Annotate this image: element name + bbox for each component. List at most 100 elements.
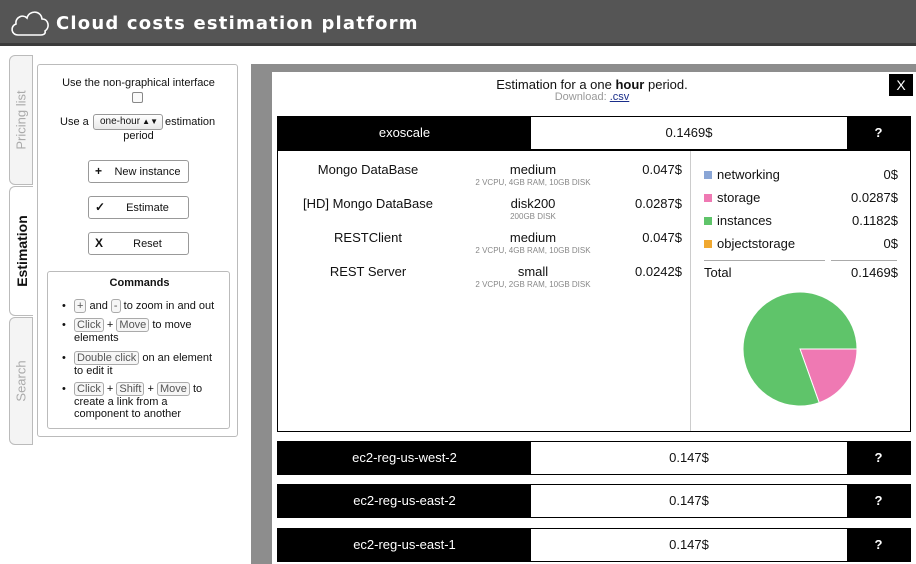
provider-name: ec2-reg-us-east-2	[353, 493, 456, 508]
legend-label: instances	[717, 213, 772, 228]
reset-button[interactable]: X Reset	[88, 232, 189, 255]
instance-cost: 0.047$	[642, 230, 682, 245]
help-button[interactable]: ?	[847, 117, 910, 149]
key-click: Click	[74, 318, 104, 332]
estimation-title: Estimation for a one hour period.	[272, 77, 912, 92]
provider-cost: 0.147$	[531, 529, 847, 561]
key-move: Move	[156, 382, 190, 396]
provider-details: Mongo DataBase medium 2 VCPU, 4GB RAM, 1…	[277, 150, 911, 432]
legend-item-networking: networking 0$	[704, 167, 898, 183]
legend-swatch	[704, 194, 712, 202]
total-label: Total	[704, 265, 732, 280]
plus-sep: +	[106, 319, 114, 331]
details-divider	[690, 151, 691, 431]
tab-estimation-label: Estimation	[13, 215, 30, 287]
instance-cost: 0.0242$	[635, 264, 682, 279]
tab-search-label: Search	[13, 360, 29, 402]
reset-label: Reset	[133, 238, 162, 250]
tab-estimation[interactable]: Estimation	[9, 186, 33, 316]
instance-spec: 2 VCPU, 2GB RAM, 10GB DISK	[475, 280, 591, 289]
total-divider	[831, 260, 897, 261]
instance-name: REST Server	[329, 264, 407, 279]
csv-download-link[interactable]: .csv	[610, 91, 630, 103]
legend-label: objectstorage	[717, 236, 796, 251]
non-graphical-label: Use the non-graphical interface	[62, 77, 215, 89]
tab-pricing-list[interactable]: Pricing list	[9, 55, 33, 185]
key-click: Click	[74, 382, 104, 396]
period-label: period	[123, 130, 154, 142]
instance-name: RESTClient	[334, 230, 402, 245]
provider-row[interactable]: ec2-reg-us-east-1 0.147$ ?	[277, 528, 911, 562]
instance-cost: 0.0287$	[635, 196, 682, 211]
provider-row[interactable]: ec2-reg-us-west-2 0.147$ ?	[277, 441, 911, 475]
and-text: and	[89, 300, 108, 312]
instance-name: [HD] Mongo DataBase	[302, 196, 434, 211]
provider-name: exoscale	[378, 125, 431, 140]
app-header: Cloud costs estimation platform	[0, 0, 916, 46]
legend-value: 0$	[883, 236, 898, 251]
tab-pricing-list-label: Pricing list	[13, 90, 29, 150]
new-instance-label: New instance	[114, 166, 181, 178]
help-button[interactable]: ?	[847, 529, 910, 561]
title-prefix: Estimation for a one	[496, 77, 612, 92]
instance-spec: 2 VCPU, 4GB RAM, 10GB DISK	[475, 246, 591, 255]
new-instance-button[interactable]: + New instance	[88, 160, 189, 183]
total-divider	[704, 260, 825, 261]
legend-label: networking	[717, 167, 780, 182]
provider-name: ec2-reg-us-east-1	[353, 537, 456, 552]
key-shift: Shift	[116, 382, 145, 396]
key-plus: +	[74, 299, 87, 313]
provider-row[interactable]: exoscale 0.1469$ ?	[277, 116, 911, 150]
instance-size: medium	[509, 230, 557, 245]
download-row: Download: .csv	[272, 91, 912, 103]
provider-cost: 0.1469$	[531, 117, 847, 149]
provider-row[interactable]: ec2-reg-us-east-2 0.147$ ?	[277, 484, 911, 518]
instance-size: disk200	[510, 196, 556, 211]
legend-swatch	[704, 240, 712, 248]
help-button[interactable]: ?	[847, 485, 910, 517]
plus-sep: +	[106, 383, 114, 395]
legend-value: 0.0287$	[851, 190, 898, 205]
command-zoom: + and - to zoom in and out	[62, 299, 224, 313]
estimate-button[interactable]: ✓ Estimate	[88, 196, 189, 219]
total-value: 0.1469$	[851, 265, 898, 280]
provider-cost: 0.147$	[531, 442, 847, 474]
commands-box: Commands + and - to zoom in and out Clic…	[47, 271, 230, 429]
modal-header: Estimation for a one hour period. Downlo…	[272, 72, 916, 106]
tab-search[interactable]: Search	[9, 317, 33, 445]
estimation-label: estimation	[165, 116, 216, 128]
instance-row: RESTClient medium 2 VCPU, 4GB RAM, 10GB …	[278, 230, 690, 260]
help-button[interactable]: ?	[847, 442, 910, 474]
cloud-logo-icon	[11, 11, 49, 36]
period-select[interactable]: one-hour ▲▼	[93, 114, 163, 130]
command-move: Click + Move to move elements	[62, 318, 224, 344]
non-graphical-checkbox[interactable]	[132, 92, 143, 103]
legend-item-objectstorage: objectstorage 0$	[704, 236, 898, 252]
close-button[interactable]: X	[889, 74, 913, 96]
legend-swatch	[704, 171, 712, 179]
instance-size: small	[517, 264, 549, 279]
total-row: Total 0.1469$	[704, 265, 898, 280]
period-select-value: one-hour	[100, 116, 141, 127]
instance-row: Mongo DataBase medium 2 VCPU, 4GB RAM, 1…	[278, 162, 690, 192]
legend-item-storage: storage 0.0287$	[704, 190, 898, 206]
updown-arrows-icon: ▲▼	[142, 117, 158, 126]
legend-value: 0.1182$	[851, 213, 898, 228]
instance-spec: 2 VCPU, 4GB RAM, 10GB DISK	[475, 178, 591, 187]
checkmark-icon: ✓	[95, 200, 106, 214]
instance-name: Mongo DataBase	[317, 162, 419, 177]
title-suffix: period.	[648, 77, 688, 92]
command-edit: Double click on an element to edit it	[62, 351, 224, 377]
estimation-panel: Use the non-graphical interface Use a on…	[37, 64, 238, 437]
zoom-text: to zoom in and out	[123, 300, 215, 312]
title-bold: hour	[615, 77, 645, 92]
cost-pie-chart	[742, 291, 858, 407]
legend-label: storage	[717, 190, 761, 205]
provider-cost: 0.147$	[531, 485, 847, 517]
legend-swatch	[704, 217, 712, 225]
app-title: Cloud costs estimation platform	[56, 13, 419, 34]
instance-size: medium	[509, 162, 557, 177]
command-link: Click + Shift + Move to create a link fr…	[62, 382, 224, 420]
legend-item-instances: instances 0.1182$	[704, 213, 898, 229]
estimate-label: Estimate	[126, 202, 169, 214]
